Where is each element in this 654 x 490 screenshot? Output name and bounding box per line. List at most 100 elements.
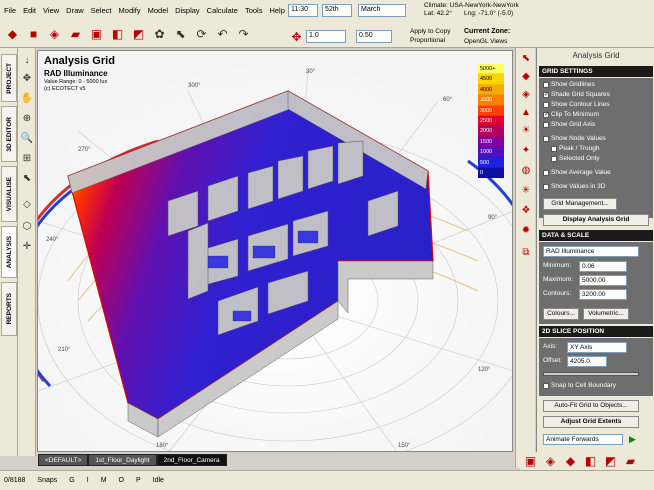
snap-m[interactable]: M [101,477,107,484]
rotate-icon[interactable]: ⟳ [193,25,210,42]
tab-default[interactable]: <DEFAULT> [38,454,89,466]
perspective-icon[interactable]: ◇ [20,198,34,212]
zones-icon[interactable]: ◆ [519,70,533,84]
menu-edit[interactable]: Edit [23,6,36,15]
pointer-icon[interactable]: ⬉ [519,52,533,66]
shading-icon[interactable]: ▲ [519,106,533,120]
menu-help[interactable]: Help [269,6,284,15]
tab-3d-editor[interactable]: 3D EDITOR [1,106,17,162]
show-node-values-checkbox[interactable]: Show Node Values [543,135,606,142]
menu-modify[interactable]: Modify [119,6,141,15]
wire-icon[interactable]: ◈ [542,453,559,470]
show-contour-lines-checkbox[interactable]: Show Contour Lines [543,101,610,108]
shade-icon[interactable]: ◩ [130,25,147,42]
data-type-select[interactable]: RAD Illuminance [543,246,639,257]
snap-p[interactable]: P [136,477,141,484]
materials-icon[interactable]: ◈ [519,88,533,102]
day-field[interactable]: 52th [322,4,352,17]
display-analysis-grid-button[interactable]: Display Analysis Grid [543,214,649,226]
menu-select[interactable]: Select [91,6,112,15]
scale-field[interactable]: 1.0 [306,30,346,43]
menu-tools[interactable]: Tools [245,6,263,15]
crosshair-icon[interactable]: ✛ [20,240,34,254]
menu-calculate[interactable]: Calculate [207,6,238,15]
auto-fit-button[interactable]: Auto-Fit Grid to Objects... [543,400,639,412]
proportional-label[interactable]: Proportional [410,37,445,44]
cube-icon[interactable]: ◆ [4,25,21,42]
zone-icon[interactable]: ■ [25,25,42,42]
snaps-label[interactable]: Snaps [37,477,57,484]
grid-icon[interactable]: ✳ [519,184,533,198]
cursor-icon[interactable]: ⬉ [172,25,189,42]
snap-to-cell-checkbox[interactable]: Snap to Cell Boundary [543,382,616,389]
time-field[interactable]: 11:30 [288,4,318,17]
view-icon[interactable]: ▣ [522,453,539,470]
window-icon[interactable]: ▣ [88,25,105,42]
camera-icon[interactable]: ▰ [622,453,639,470]
clip-to-minimum-checkbox[interactable]: ✓ Clip To Minimum [543,111,599,118]
show-average-value-checkbox[interactable]: Show Average Value [543,169,611,176]
box-icon[interactable]: ◈ [46,25,63,42]
sky-icon[interactable]: ◍ [519,164,533,178]
door-icon[interactable]: ◧ [109,25,126,42]
menu-file[interactable]: File [4,6,16,15]
snap-o[interactable]: O [119,477,124,484]
tab-visualise[interactable]: VISUALISE [1,166,17,222]
tab-1st-floor-daylight[interactable]: 1st_Floor_Daylight [88,454,157,466]
axis-select[interactable]: XY Axis [567,342,627,353]
show-gridlines-checkbox[interactable]: Show Gridlines [543,81,595,88]
snap-i[interactable]: I [87,477,89,484]
adjust-grid-extents-button[interactable]: Adjust Grid Extents [543,416,639,428]
acoustic-icon[interactable]: ❖ [519,204,533,218]
pointer-icon[interactable]: ⬉ [20,172,34,186]
contours-input[interactable]: 3200.00 [579,289,627,300]
shade-grid-squares-checkbox[interactable]: ✓ Shade Grid Squares [543,91,610,98]
tab-project[interactable]: PROJECT [1,54,17,102]
sun-icon[interactable]: ☀ [519,124,533,138]
show-values-in-3d-checkbox[interactable]: Show Values in 3D [543,183,605,190]
offset-field[interactable]: 0.50 [356,30,392,43]
zoom-extents-icon[interactable]: ⊞ [20,152,34,166]
undo-icon[interactable]: ↶ [214,25,231,42]
cube-view-icon[interactable]: ⬡ [20,220,34,234]
grid-settings-header[interactable]: GRID SETTINGS [539,66,653,77]
offset-input[interactable]: 4205.0 [567,356,607,367]
pan-icon[interactable]: ✋ [20,92,34,106]
volume-icon[interactable]: ✹ [519,224,533,238]
arrow-down-icon[interactable]: ↓ [20,54,34,68]
model-viewport[interactable]: 300° 270° 240° 210° 180° 150° 120° 90° 6… [37,50,513,452]
zoom-icon[interactable]: 🔍 [20,132,34,146]
apply-to-copy-label[interactable]: Apply to Copy [410,28,450,35]
slice-position-header[interactable]: 2D SLICE POSITION [539,326,653,337]
offset-slider[interactable] [543,372,639,376]
layer-icon[interactable]: ▰ [67,25,84,42]
export-icon[interactable]: ⧉ [519,246,533,260]
menu-view[interactable]: View [43,6,59,15]
render-icon[interactable]: ◧ [582,453,599,470]
volumetric-button[interactable]: Volumetric... [583,308,629,320]
maximum-input[interactable]: 5000.00 [579,275,627,286]
data-scale-header[interactable]: DATA & SCALE [539,230,653,241]
selected-only-checkbox[interactable]: Selected Only [551,155,599,162]
menu-display[interactable]: Display [175,6,200,15]
tab-analysis[interactable]: ANALYSIS [1,226,17,278]
lighting-icon[interactable]: ✦ [519,144,533,158]
grid-management-button[interactable]: Grid Management... [543,198,617,210]
peak-trough-checkbox[interactable]: Peak / Trough [551,145,599,152]
shadow-icon[interactable]: ◩ [602,453,619,470]
menu-model[interactable]: Model [148,6,168,15]
month-select[interactable]: March [358,4,406,17]
show-grid-axis-checkbox[interactable]: Show Grid Axis [543,121,595,128]
paw-icon[interactable]: ✿ [151,25,168,42]
snap-g[interactable]: G [69,477,74,484]
menu-draw[interactable]: Draw [66,6,84,15]
move-icon[interactable]: ✥ [20,72,34,86]
animate-select[interactable]: Animate Forwards [543,434,623,445]
redo-icon[interactable]: ↷ [235,25,252,42]
minimum-input[interactable]: 0.06 [579,261,627,272]
tab-2nd-floor-camera[interactable]: 2nd_Floor_Camera [156,454,227,466]
tab-reports[interactable]: REPORTS [1,282,17,336]
colours-button[interactable]: Colours... [543,308,579,320]
solid-icon[interactable]: ◆ [562,453,579,470]
play-icon[interactable]: ▶ [629,434,636,445]
